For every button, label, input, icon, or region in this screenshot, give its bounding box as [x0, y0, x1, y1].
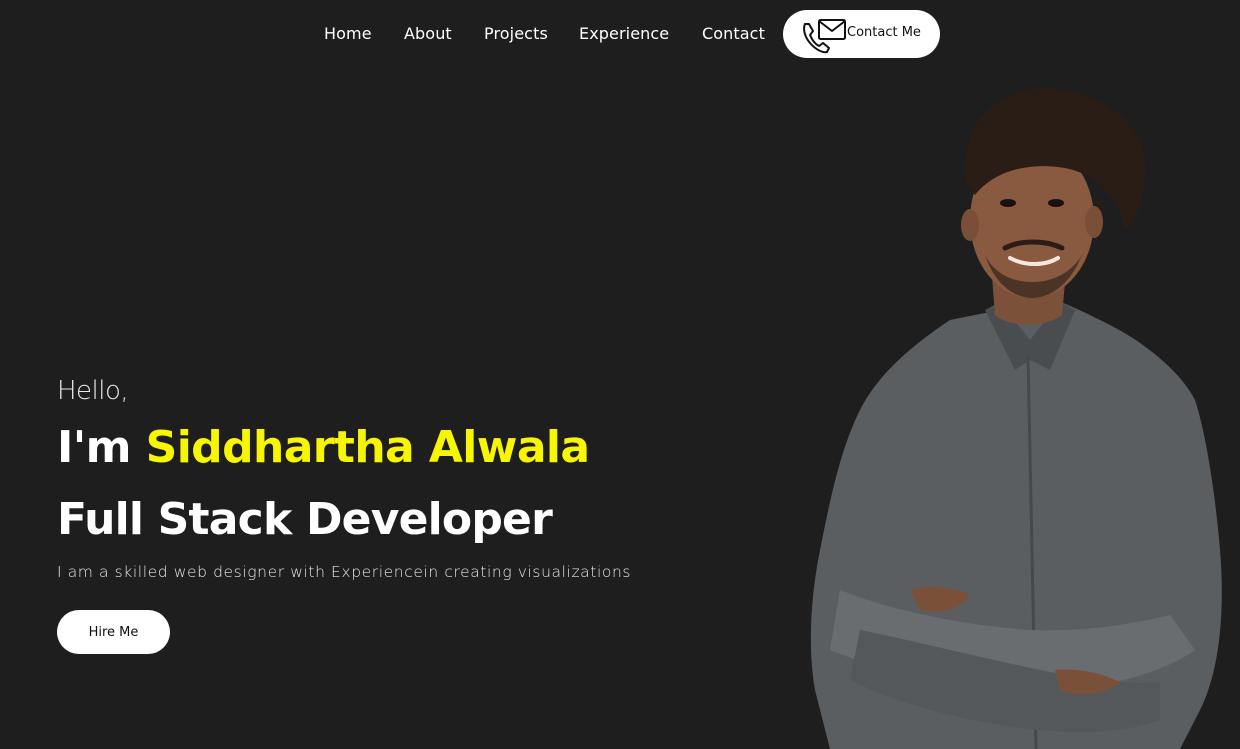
nav-experience-link[interactable]: Experience — [579, 24, 669, 43]
nav-contact-link[interactable]: Contact — [702, 24, 765, 43]
mail-phone-icon — [803, 19, 846, 54]
developer-name: Siddhartha Alwala — [145, 422, 591, 473]
name-heading: I'm Siddhartha Alwala — [57, 422, 590, 473]
hire-me-button[interactable]: Hire Me — [57, 610, 170, 654]
profile-photo — [810, 88, 1222, 749]
page: Home About Projects Experience Contact C… — [0, 0, 1240, 749]
nav-about-link[interactable]: About — [404, 24, 452, 43]
nav-projects-link[interactable]: Projects — [484, 24, 548, 43]
top-navigation: Home About Projects Experience Contact C… — [0, 10, 1240, 58]
nav-home-link[interactable]: Home — [324, 24, 372, 43]
greeting: Hello, — [57, 376, 129, 406]
contact-me-button[interactable]: Contact Me — [783, 10, 940, 58]
name-prefix: I'm — [57, 422, 146, 473]
role-heading: Full Stack Developer — [57, 494, 553, 545]
contact-me-label: Contact Me — [847, 25, 921, 40]
tagline: I am a skilled web designer with Experie… — [57, 563, 632, 581]
